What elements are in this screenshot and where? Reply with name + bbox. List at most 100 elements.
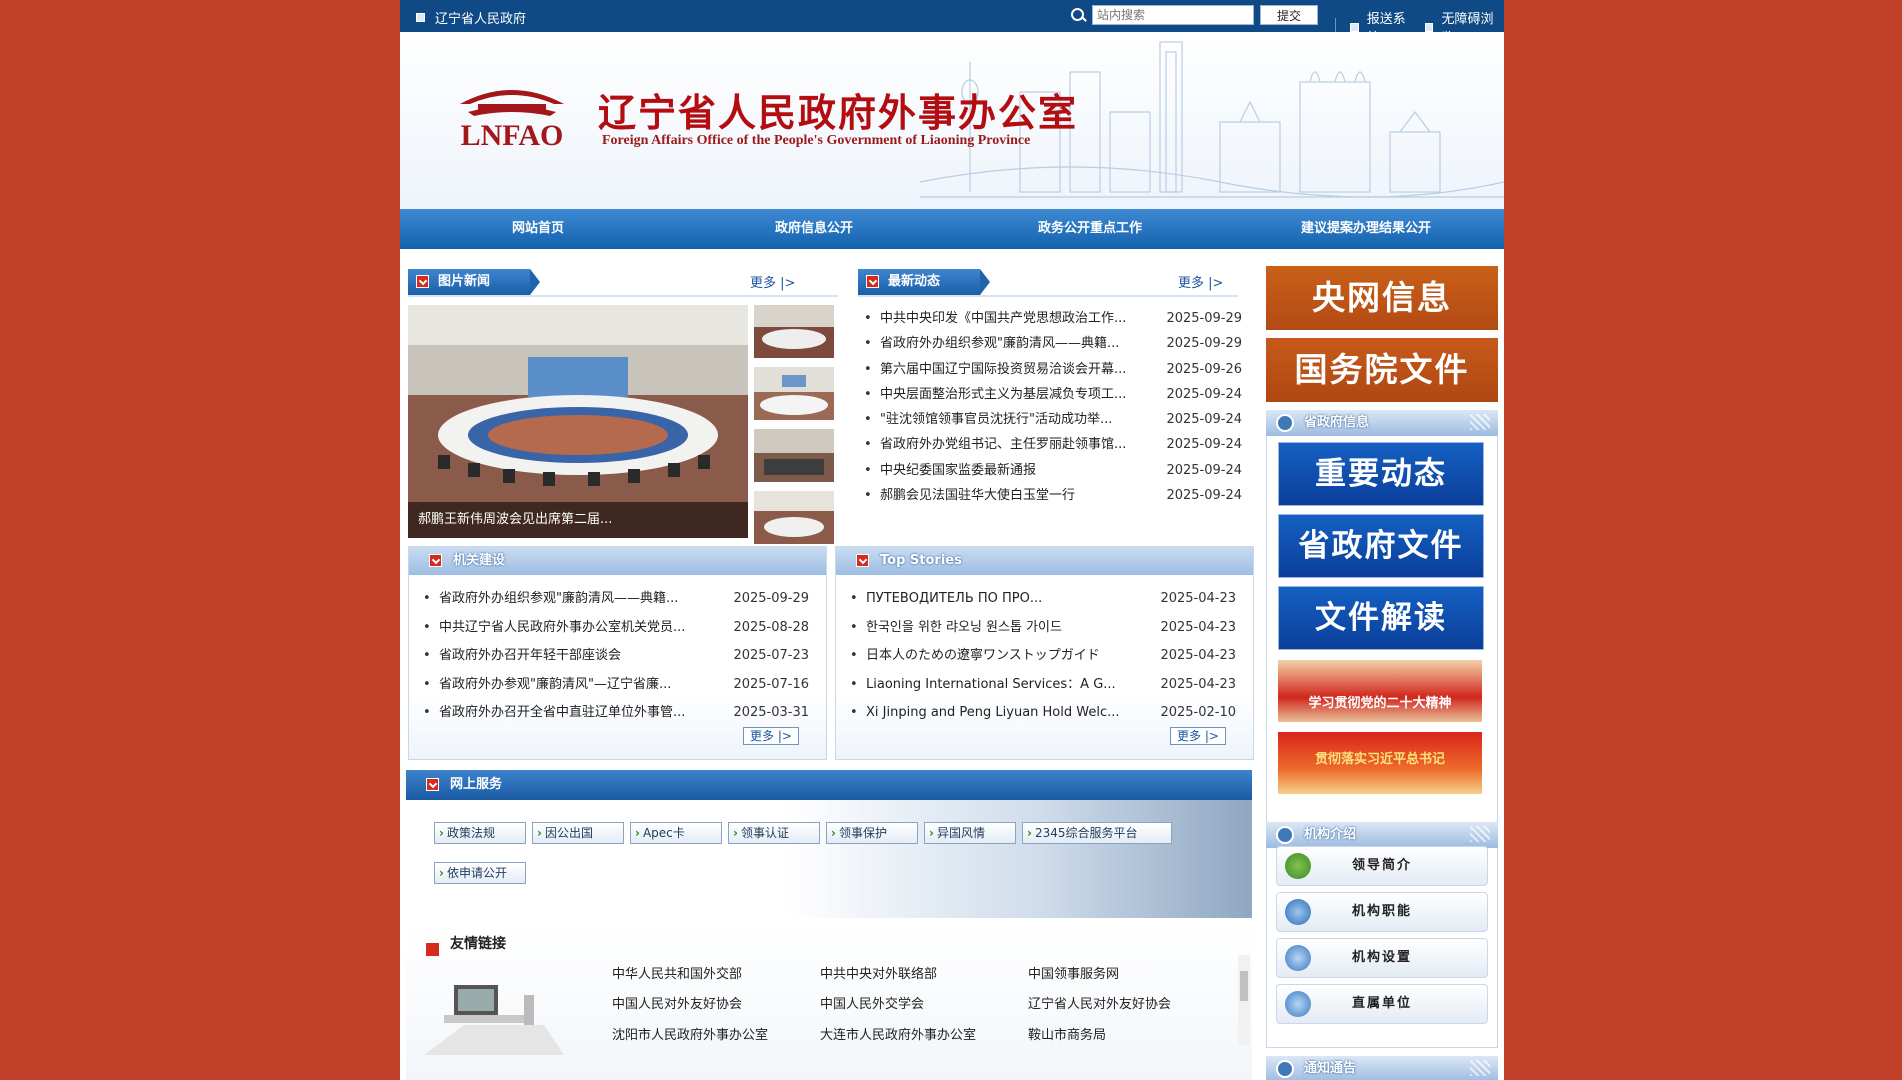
list-item[interactable]: 省政府外办参观"廉韵清风"—辽宁省廉...2025-07-16 <box>423 671 809 700</box>
square-bullet-icon <box>416 13 425 22</box>
circle-arrow-icon <box>1276 414 1294 432</box>
affiliated-units-button[interactable]: 直属单位 <box>1276 984 1488 1024</box>
divider <box>858 295 1238 297</box>
list-item[interactable]: 中央纪委国家监委最新通报2025-09-24 <box>864 458 1242 484</box>
list-item[interactable]: 省政府外办召开年轻干部座谈会2025-07-23 <box>423 642 809 671</box>
list-item[interactable]: 中共中央印发《中国共产党思想政治工作...2025-09-29 <box>864 306 1242 332</box>
photo-news-more-link[interactable]: 更多 |> <box>750 272 795 291</box>
prov-gov-docs-button[interactable]: 省政府文件 <box>1278 514 1484 578</box>
nav-home[interactable]: 网站首页 <box>400 209 676 249</box>
thumbnail-2[interactable] <box>754 367 834 420</box>
list-item[interactable]: 省政府外办组织参观"廉韵清风——典籍...2025-09-29 <box>864 331 1242 357</box>
org-building-list: 省政府外办组织参观"廉韵清风——典籍...2025-09-29 中共辽宁省人民政… <box>423 585 809 728</box>
structure-button[interactable]: 机构设置 <box>1276 938 1488 978</box>
service-apply-disclosure-button[interactable]: › 依申请公开 <box>434 862 526 884</box>
notice-title: 通知通告 <box>1304 1061 1357 1076</box>
functions-button[interactable]: 机构职能 <box>1276 892 1488 932</box>
office-desk-illustration <box>424 985 564 1055</box>
scrollbar-thumb[interactable] <box>1240 971 1248 1001</box>
friend-link[interactable]: 中国领事服务网 <box>1028 963 1119 982</box>
list-item[interactable]: 中央层面整治形式主义为基层减负专项工...2025-09-24 <box>864 382 1242 408</box>
org-intro-title: 机构介绍 <box>1304 827 1357 842</box>
list-item[interactable]: 省政府外办组织参观"廉韵清风——典籍...2025-09-29 <box>423 585 809 614</box>
decorative-pattern <box>1470 414 1490 430</box>
key-updates-button[interactable]: 重要动态 <box>1278 442 1484 506</box>
decorative-pattern <box>1470 826 1490 842</box>
friend-link[interactable]: 鞍山市商务局 <box>1028 1024 1106 1043</box>
nav-gov-info[interactable]: 政府信息公开 <box>676 209 952 249</box>
chevron-right-icon: › <box>439 866 444 880</box>
photo-news-title: 图片新闻 <box>438 274 491 289</box>
friend-link[interactable]: 沈阳市人民政府外事办公室 <box>612 1024 768 1043</box>
friend-link[interactable]: 大连市人民政府外事办公室 <box>820 1024 976 1043</box>
top-stories-more-button[interactable]: 更多 |> <box>1170 727 1226 745</box>
thumbnail-4[interactable] <box>754 491 834 544</box>
service-consular-protect-button[interactable]: › 领事保护 <box>826 822 918 844</box>
photo-news-main-image[interactable]: 郝鹏王新伟周波会见出席第二届... <box>408 305 748 538</box>
nav-key-work[interactable]: 政务公开重点工作 <box>952 209 1228 249</box>
arrow-badge-icon <box>426 778 439 791</box>
photo-caption[interactable]: 郝鹏王新伟周波会见出席第二届... <box>408 502 748 538</box>
banner-subtitle: Foreign Affairs Office of the People's G… <box>602 133 1031 148</box>
search-input[interactable] <box>1092 5 1254 25</box>
service-foreign-customs-button[interactable]: › 异国风情 <box>924 822 1016 844</box>
prov-info-header: 省政府信息 <box>1266 410 1498 436</box>
list-item[interactable]: ПУТЕВОДИТЕЛЬ ПО ПРО...2025-04-23 <box>850 585 1236 614</box>
list-item[interactable]: 한국인을 위한 랴오닝 원스톱 가이드2025-04-23 <box>850 614 1236 643</box>
photo-news-header: 图片新闻 <box>408 269 540 295</box>
friend-links-title: 友情链接 <box>450 936 506 952</box>
org-building-more-button[interactable]: 更多 |> <box>743 727 799 745</box>
search-bar: 提交 <box>1070 5 1318 25</box>
party-congress-promo-banner[interactable]: 学习贯彻党的二十大精神 <box>1278 660 1482 722</box>
photo-thumbnails <box>754 305 834 553</box>
site-link[interactable]: 辽宁省人民政府 <box>416 8 526 27</box>
circle-arrow-icon <box>1276 826 1294 844</box>
state-council-docs-banner[interactable]: 国务院文件 <box>1266 338 1498 402</box>
friend-link[interactable]: 中国人民对外友好协会 <box>612 993 742 1012</box>
friend-link[interactable]: 中华人民共和国外交部 <box>612 963 742 982</box>
circle-arrow-icon <box>1276 1060 1294 1078</box>
service-official-abroad-button[interactable]: › 因公出国 <box>532 822 624 844</box>
service-consular-auth-button[interactable]: › 领事认证 <box>728 822 820 844</box>
friend-link[interactable]: 中共中央对外联络部 <box>820 963 937 982</box>
friend-link[interactable]: 中国人民外交学会 <box>820 993 924 1012</box>
latest-news-title: 最新动态 <box>888 274 941 289</box>
thumbnail-3[interactable] <box>754 429 834 482</box>
xi-instructions-promo-banner[interactable]: 贯彻落实习近平总书记 <box>1278 732 1482 794</box>
list-item[interactable]: Xi Jinping and Peng Liyuan Hold Welc...2… <box>850 699 1236 728</box>
online-service-body: › 政策法规 › 因公出国 › Apec卡 › 领事认证 › 领事保护 › 异国风情 › 23… <box>406 800 1252 918</box>
banner: LNFAO 辽宁省人民政府外事办公室 Foreign Affairs Offic… <box>400 32 1504 209</box>
service-2345-platform-button[interactable]: › 2345综合服务平台 <box>1022 822 1172 844</box>
chevron-right-icon: › <box>929 826 934 840</box>
doc-interpretation-button[interactable]: 文件解读 <box>1278 586 1484 650</box>
chevron-right-icon: › <box>733 826 738 840</box>
nav-proposals[interactable]: 建议提案办理结果公开 <box>1228 209 1504 249</box>
org-building-panel: 机关建设 省政府外办组织参观"廉韵清风——典籍...2025-09-29 中共辽… <box>408 546 827 760</box>
list-item[interactable]: 郝鹏会见法国驻华大使白玉堂一行2025-09-24 <box>864 483 1242 509</box>
list-item[interactable]: "驻沈领馆领事官员沈抚行"活动成功举...2025-09-24 <box>864 407 1242 433</box>
thumbnail-1[interactable] <box>754 305 834 358</box>
service-apec-button[interactable]: › Apec卡 <box>630 822 722 844</box>
latest-news-list: 中共中央印发《中国共产党思想政治工作...2025-09-29 省政府外办组织参… <box>864 306 1242 509</box>
square-bullet-icon <box>1424 22 1434 32</box>
leadership-button[interactable]: 领导简介 <box>1276 846 1488 886</box>
org-building-header: 机关建设 <box>409 547 826 575</box>
arrow-badge-icon <box>856 554 869 567</box>
service-policy-button[interactable]: › 政策法规 <box>434 822 526 844</box>
down-arrow-badge-icon <box>426 943 439 956</box>
list-item[interactable]: 第六届中国辽宁国际投资贸易洽谈会开幕...2025-09-26 <box>864 357 1242 383</box>
list-item[interactable]: Liaoning International Services：A G...20… <box>850 671 1236 700</box>
list-item[interactable]: 省政府外办召开全省中直驻辽单位外事管...2025-03-31 <box>423 699 809 728</box>
list-item[interactable]: 省政府外办党组书记、主任罗丽赴领事馆...2025-09-24 <box>864 432 1242 458</box>
page: 辽宁省人民政府 提交 报送系统 无障碍浏览 <box>400 0 1504 1080</box>
friend-link[interactable]: 辽宁省人民对外友好协会 <box>1028 993 1171 1012</box>
emblem-text: LNFAO <box>461 119 564 152</box>
cctv-info-banner[interactable]: 央网信息 <box>1266 266 1498 330</box>
friend-links-scrollbar[interactable] <box>1238 955 1250 1045</box>
list-item[interactable]: 日本人のための遼寧ワンストップガイド2025-04-23 <box>850 642 1236 671</box>
top-bar: 辽宁省人民政府 提交 报送系统 无障碍浏览 <box>400 0 1504 46</box>
search-submit-button[interactable]: 提交 <box>1260 5 1318 25</box>
list-item[interactable]: 中共辽宁省人民政府外事办公室机关党员...2025-08-28 <box>423 614 809 643</box>
latest-news-more-link[interactable]: 更多 |> <box>1178 272 1223 291</box>
arrow-badge-icon <box>866 275 879 288</box>
